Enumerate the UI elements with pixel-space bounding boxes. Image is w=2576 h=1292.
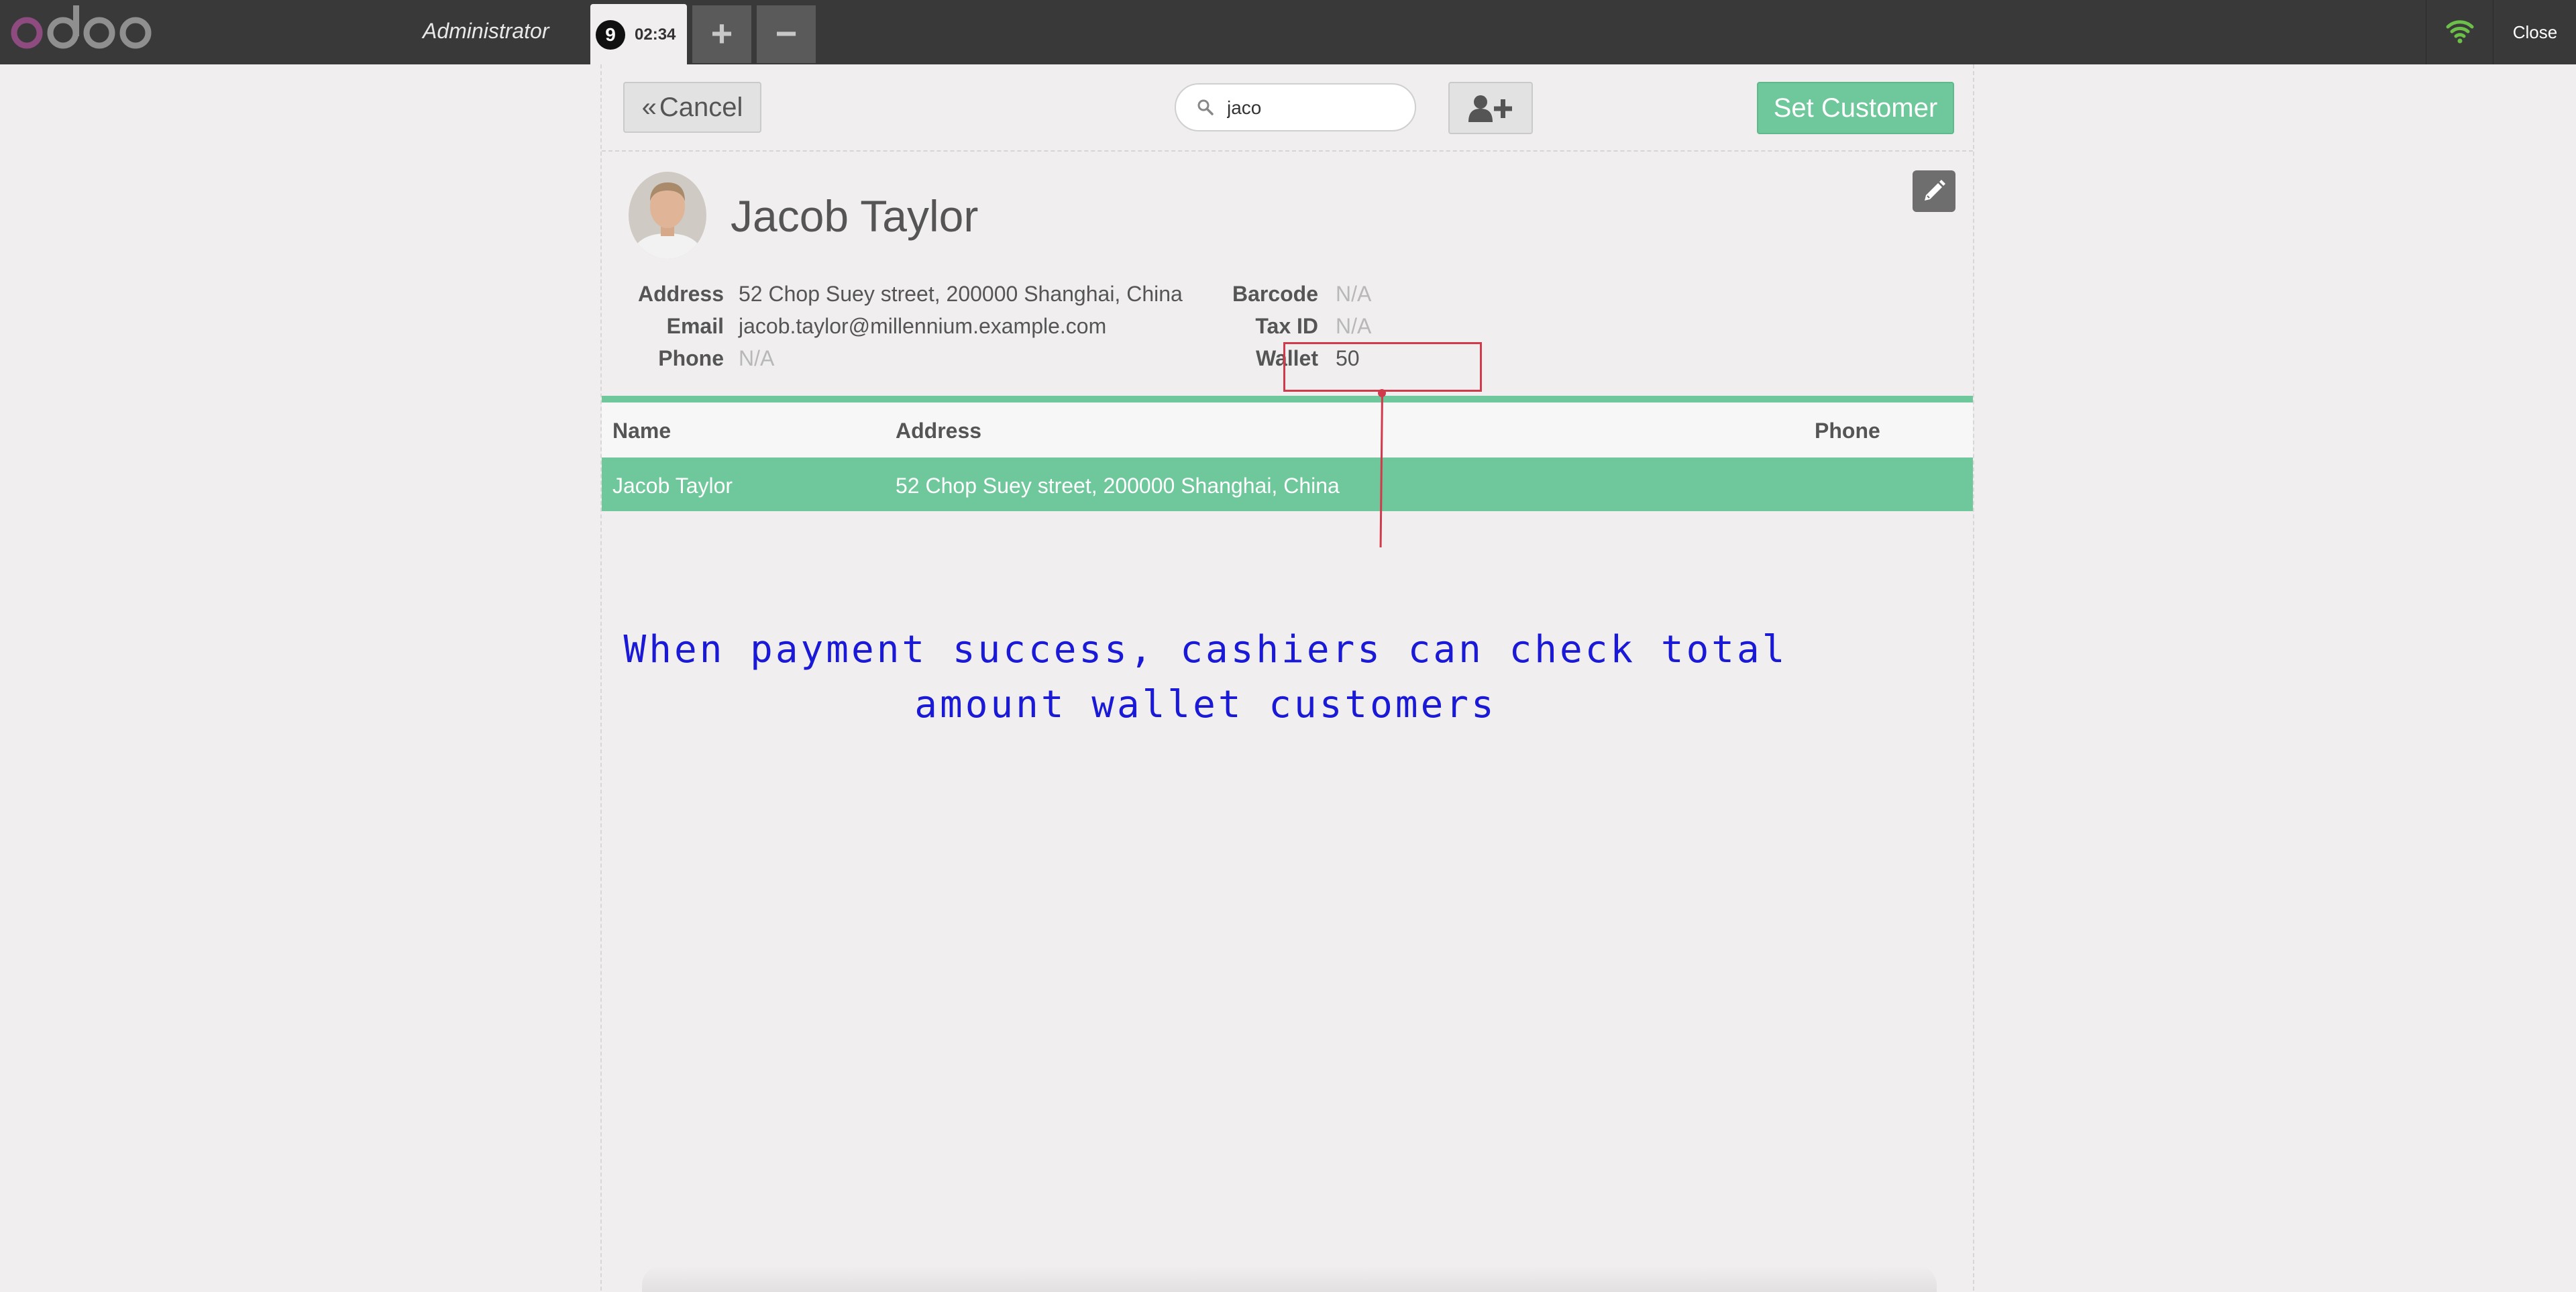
row-address: 52 Chop Suey street, 200000 Shanghai, Ch…	[896, 474, 1340, 498]
row-name: Jacob Taylor	[612, 474, 733, 498]
control-bar: «Cancel Set Customer	[602, 64, 1973, 152]
close-button[interactable]: Close	[2493, 0, 2576, 64]
detail-label: Barcode	[1232, 282, 1318, 306]
odoo-logo	[8, 3, 158, 56]
connection-status[interactable]	[2426, 0, 2493, 64]
customer-avatar	[629, 172, 706, 259]
detail-value: jacob.taylor@millennium.example.com	[739, 314, 1107, 338]
search-input[interactable]	[1226, 94, 1403, 122]
detail-address: Address 52 Chop Suey street, 200000 Shan…	[602, 282, 1183, 314]
column-header-phone: Phone	[1815, 419, 1880, 443]
detail-value: N/A	[1336, 314, 1372, 338]
annotation-text: When payment success, cashiers can check…	[602, 623, 1809, 733]
detail-label: Address	[637, 282, 724, 306]
set-customer-button[interactable]: Set Customer	[1757, 82, 1954, 134]
pencil-icon	[1925, 180, 1945, 201]
add-user-icon	[1468, 95, 1512, 122]
search-field[interactable]	[1175, 83, 1416, 131]
bottom-shadow	[642, 1265, 1937, 1292]
detail-label: Tax ID	[1255, 314, 1318, 338]
remove-order-button[interactable]: −	[757, 5, 816, 63]
annotation-line-2: amount wallet customers	[914, 683, 1497, 726]
wallet-highlight-box	[1283, 342, 1482, 392]
detail-value: 52 Chop Suey street, 200000 Shanghai, Ch…	[739, 282, 1183, 306]
detail-phone: Phone N/A	[602, 346, 1179, 378]
username-label: Administrator	[423, 19, 549, 43]
double-chevron-left-icon: «	[641, 93, 657, 122]
wifi-icon	[2446, 20, 2474, 44]
detail-email: Email jacob.taylor@millennium.example.co…	[602, 314, 1179, 346]
order-number-badge: 9	[596, 20, 625, 50]
detail-label: Email	[666, 314, 724, 338]
add-order-button[interactable]: +	[692, 5, 751, 63]
search-icon	[1197, 99, 1214, 115]
column-header-address: Address	[896, 419, 982, 443]
column-header-name: Name	[612, 419, 672, 443]
detail-value: N/A	[1336, 282, 1372, 306]
pos-topbar: Administrator 9 02:34 + − Close	[0, 0, 2576, 64]
detail-label: Phone	[658, 346, 724, 370]
clientlist-screen: «Cancel Set Customer	[600, 64, 1974, 1292]
annotation-line-1: When payment success, cashiers can check…	[623, 628, 1788, 671]
detail-barcode: Barcode N/A	[1205, 282, 1608, 314]
order-tab[interactable]: 9 02:34	[590, 4, 687, 64]
edit-customer-button[interactable]	[1913, 170, 1955, 212]
detail-tax-id: Tax ID N/A	[1205, 314, 1608, 346]
customer-name-title: Jacob Taylor	[731, 191, 979, 241]
table-row[interactable]: Jacob Taylor 52 Chop Suey street, 200000…	[602, 457, 1973, 511]
add-customer-button[interactable]	[1448, 82, 1533, 134]
list-header: Name Address Phone	[602, 402, 1973, 457]
order-time: 02:34	[635, 25, 676, 44]
detail-value: N/A	[739, 346, 775, 370]
cancel-button[interactable]: «Cancel	[623, 82, 761, 133]
customer-list: Name Address Phone Jacob Taylor 52 Chop …	[602, 396, 1973, 511]
cancel-label: Cancel	[659, 93, 743, 122]
